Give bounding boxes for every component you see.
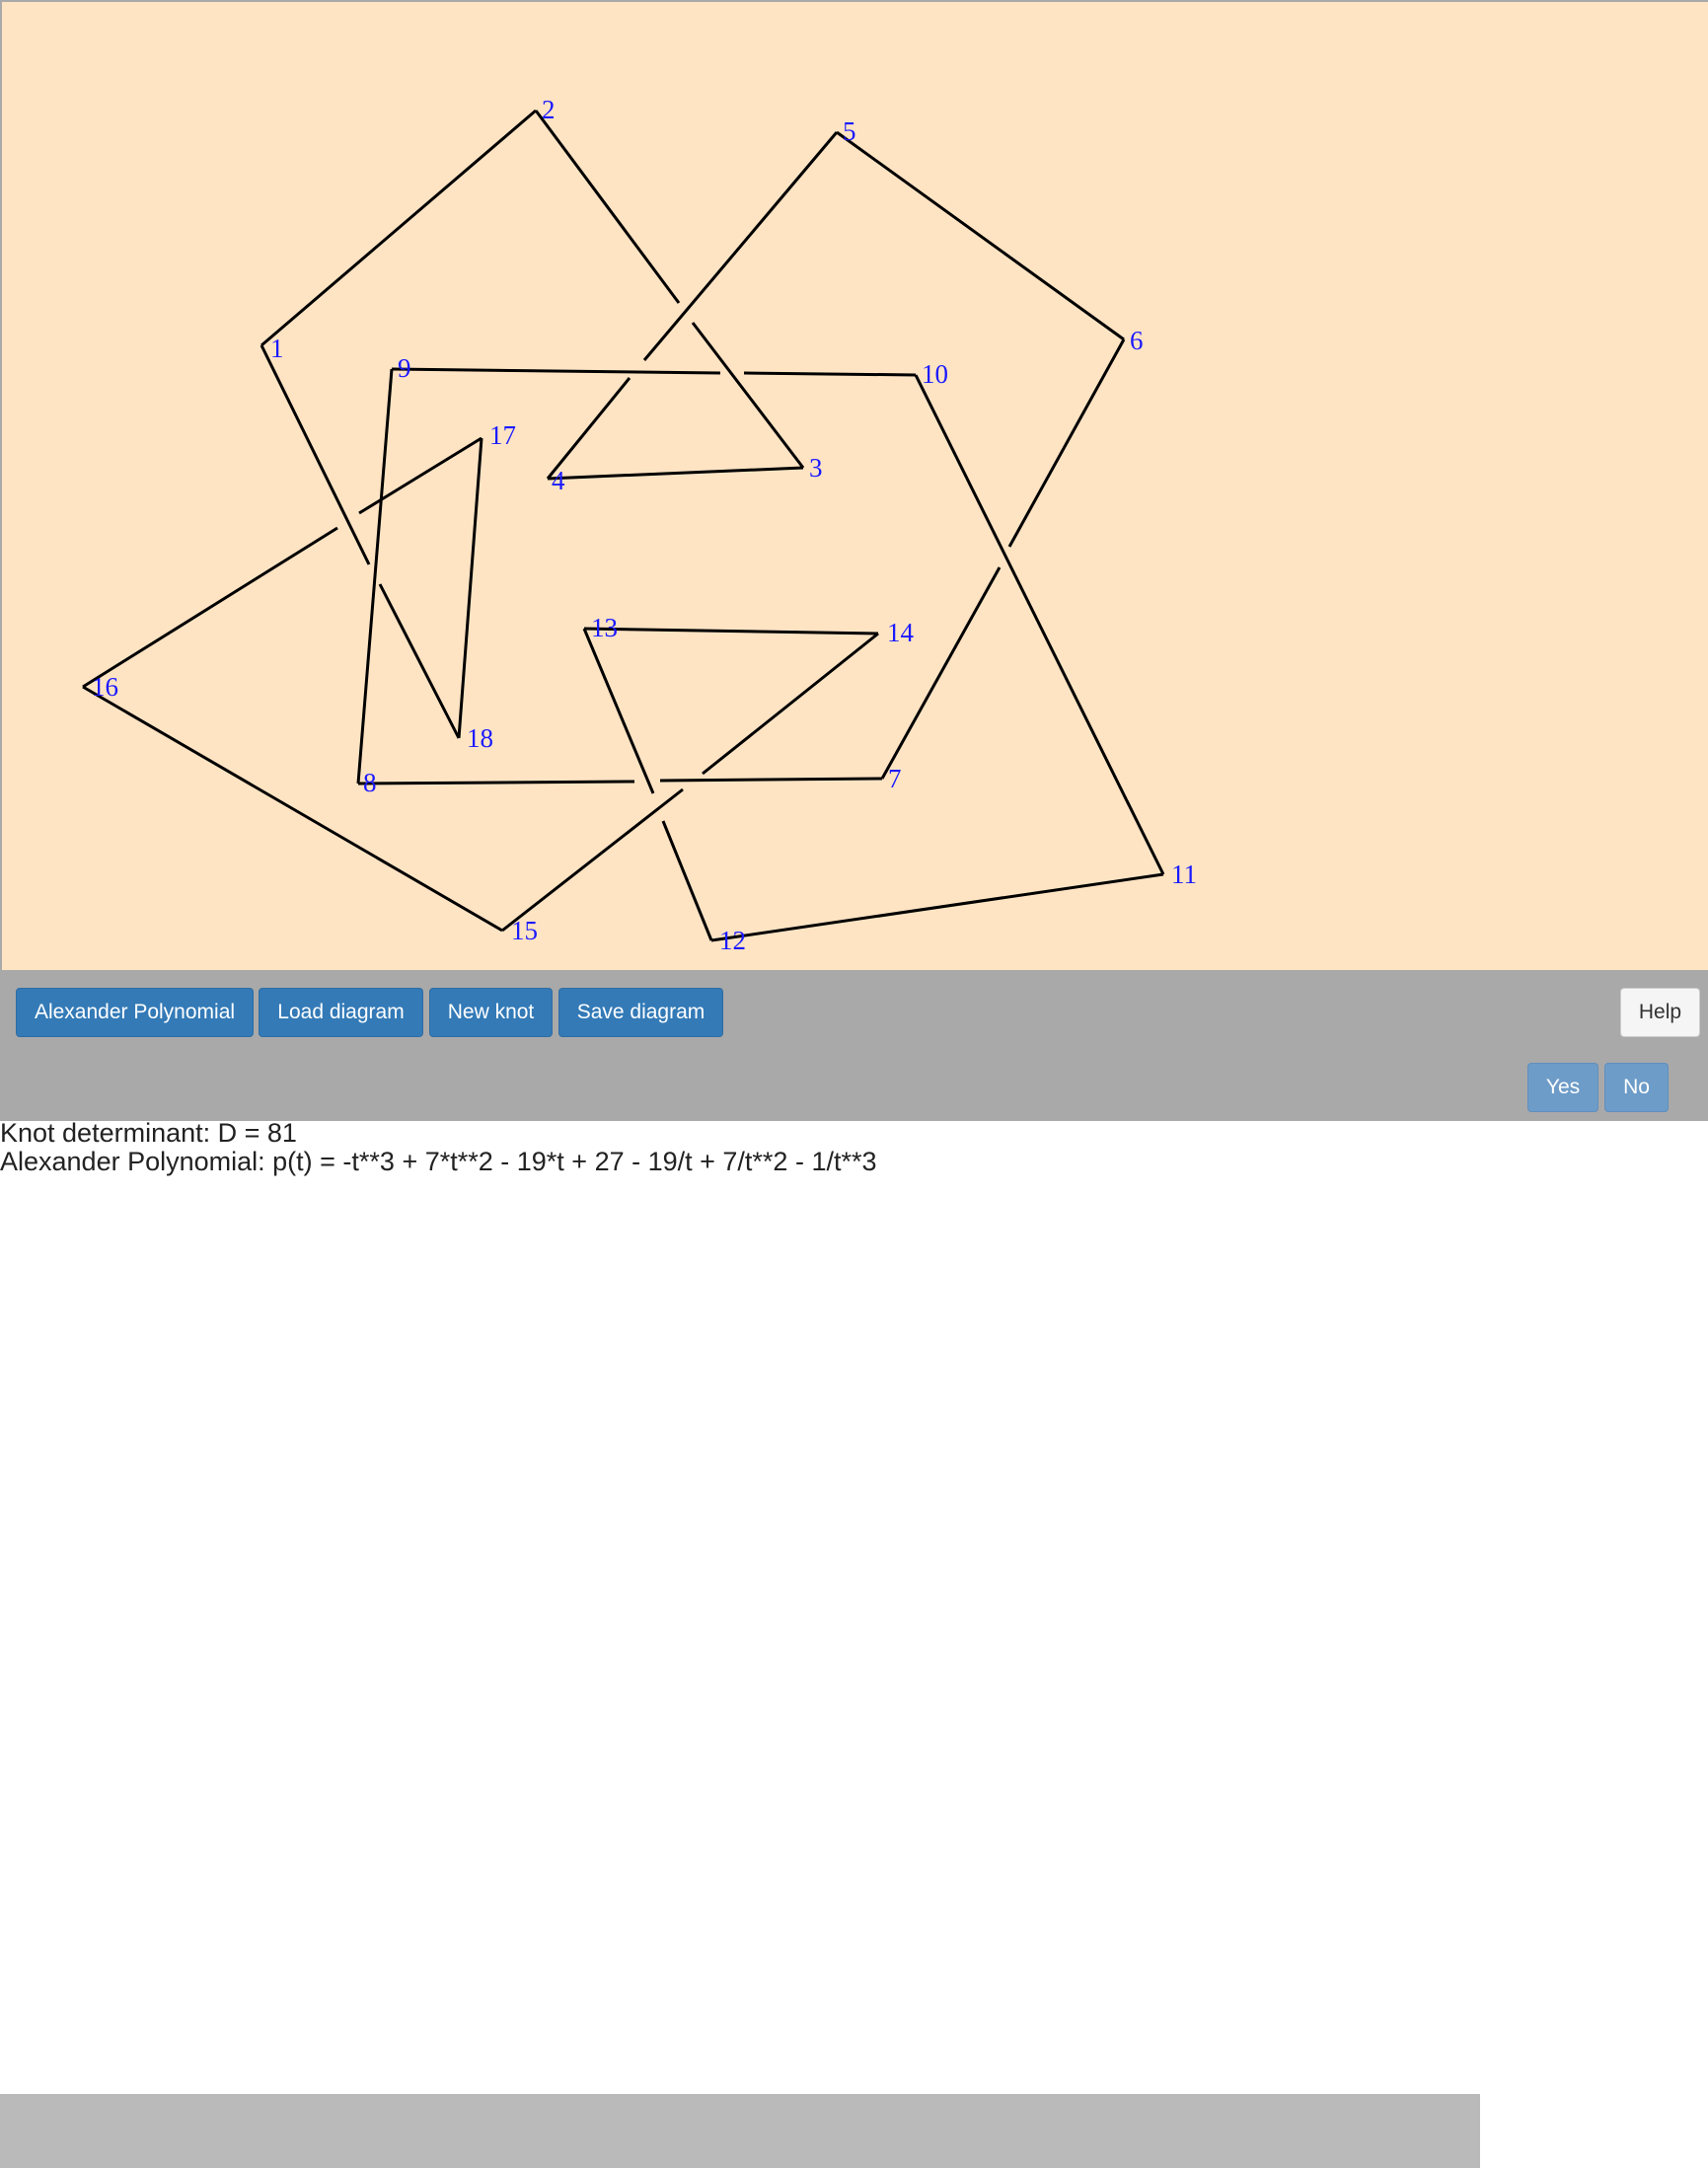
no-button[interactable]: No	[1604, 1063, 1669, 1112]
knot-arc-segment[interactable]	[743, 371, 917, 377]
vertex-label-15: 15	[511, 916, 538, 945]
knot-arc-segment[interactable]	[547, 466, 804, 481]
vertex-label-4: 4	[552, 466, 565, 495]
load-diagram-button[interactable]: Load diagram	[259, 988, 423, 1037]
vertex-label-12: 12	[719, 926, 746, 955]
knot-arc-segment[interactable]	[836, 130, 1125, 341]
vertex-label-6: 6	[1130, 326, 1144, 355]
knot-arc-segment[interactable]	[702, 632, 879, 776]
vertex-label-14: 14	[887, 618, 915, 647]
knot-arc-segment[interactable]	[710, 872, 1164, 942]
knot-arc-segment[interactable]	[582, 628, 655, 794]
results-panel: Knot determinant: D = 81 Alexander Polyn…	[0, 1119, 1708, 1176]
knot-arc-segment[interactable]	[356, 368, 394, 785]
knot-arc-segment[interactable]	[82, 685, 503, 933]
knot-arc-segment[interactable]	[546, 377, 631, 480]
yes-button[interactable]: Yes	[1527, 1063, 1598, 1112]
alexander-polynomial-text: Alexander Polynomial: p(t) = -t**3 + 7*t…	[0, 1147, 877, 1176]
knot-arc-segment[interactable]	[661, 820, 713, 941]
vertex-label-11: 11	[1171, 860, 1197, 889]
knot-arc-segment[interactable]	[501, 787, 684, 933]
knot-arc-segment[interactable]	[1007, 338, 1126, 548]
alexander-polynomial-button[interactable]: Alexander Polynomial	[16, 988, 254, 1037]
knot-arc-segment[interactable]	[391, 367, 721, 375]
vertex-label-17: 17	[489, 420, 516, 450]
knot-arc-segment[interactable]	[260, 109, 537, 347]
vertex-label-8: 8	[363, 768, 377, 797]
toolbar: Alexander Polynomial Load diagram New kn…	[0, 970, 1708, 1047]
knot-arc-segment[interactable]	[914, 374, 1165, 875]
knot-arc-segment[interactable]	[260, 344, 371, 565]
message-area	[0, 2094, 1480, 2168]
vertex-label-5: 5	[843, 116, 856, 146]
vertex-label-18: 18	[467, 723, 493, 753]
knot-arc-segment[interactable]	[82, 526, 338, 689]
knot-diagram[interactable]: 123456789 10111213 1415161718	[2, 2, 1708, 972]
confirm-bar: Yes No	[0, 1047, 1708, 2168]
knot-arc-segment[interactable]	[457, 437, 483, 739]
knot-determinant-text: Knot determinant: D = 81	[0, 1118, 297, 1148]
knot-arc-segment[interactable]	[378, 583, 461, 739]
knot-arc-segment[interactable]	[880, 566, 1002, 780]
knot-arc-segment[interactable]	[357, 780, 635, 785]
vertex-label-1: 1	[270, 334, 284, 363]
knot-arc-segment[interactable]	[534, 110, 681, 304]
vertex-label-16: 16	[92, 672, 118, 702]
knot-arc-segment[interactable]	[642, 131, 839, 361]
knot-arc-segment[interactable]	[659, 777, 883, 783]
help-button[interactable]: Help	[1620, 988, 1700, 1037]
vertex-label-9: 9	[398, 353, 411, 383]
vertex-label-13: 13	[591, 613, 618, 642]
knot-arc-segment[interactable]	[583, 627, 879, 635]
vertex-label-10: 10	[922, 359, 948, 389]
knot-arc-segment[interactable]	[691, 322, 805, 469]
vertex-label-2: 2	[542, 95, 556, 124]
vertex-label-7: 7	[888, 764, 902, 793]
knot-canvas[interactable]: 1 2 3 4 5 6 7 8 9 10 11 12 13 14 15 16 17 18	[0, 0, 1708, 970]
knot-arc-segment[interactable]	[358, 436, 483, 515]
save-diagram-button[interactable]: Save diagram	[558, 988, 723, 1037]
vertex-label-3: 3	[809, 453, 823, 483]
new-knot-button[interactable]: New knot	[429, 988, 553, 1037]
